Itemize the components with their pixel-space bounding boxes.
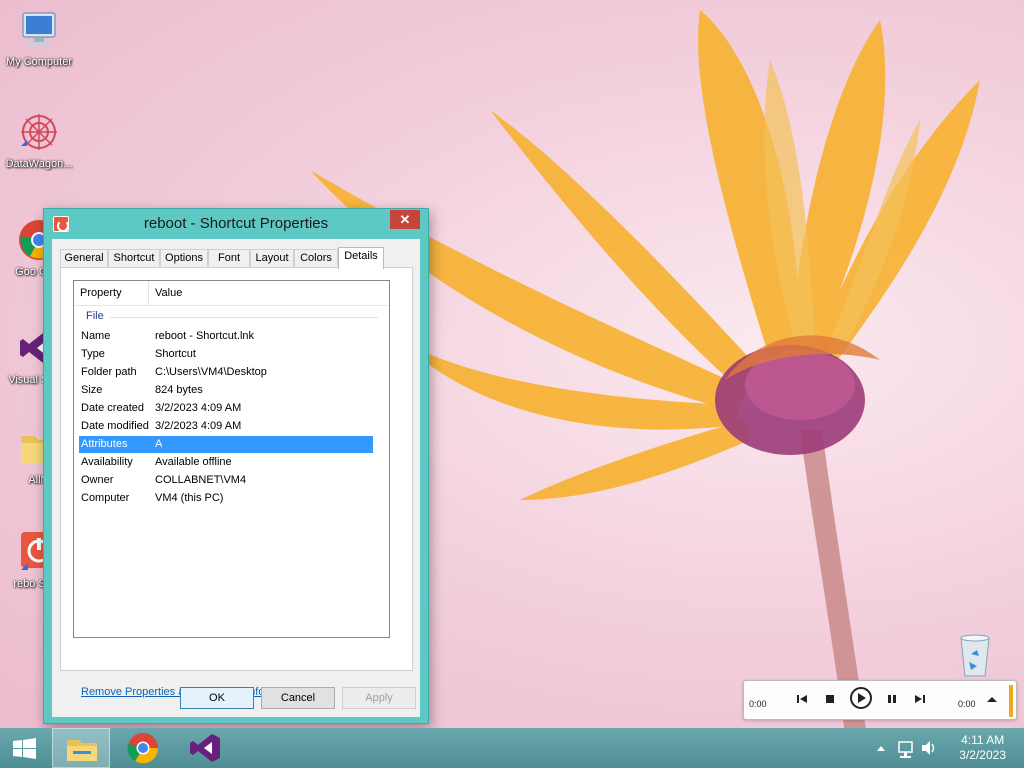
list-item[interactable]: Name reboot - Shortcut.lnk bbox=[79, 328, 373, 345]
tab-shortcut[interactable]: Shortcut bbox=[108, 249, 160, 268]
column-header-value[interactable]: Value bbox=[149, 281, 389, 306]
recycle-bin-icon[interactable] bbox=[955, 632, 995, 678]
taskbar: 4:11 AM 3/2/2023 bbox=[0, 728, 1024, 768]
network-icon bbox=[898, 741, 913, 758]
column-header-property[interactable]: Property bbox=[74, 281, 149, 306]
chevron-up-icon bbox=[987, 697, 997, 702]
play-button[interactable] bbox=[848, 685, 874, 711]
visual-studio-icon bbox=[190, 734, 220, 762]
list-item[interactable]: Type Shortcut bbox=[79, 346, 373, 363]
apply-button[interactable]: Apply bbox=[342, 687, 416, 709]
list-header: Property Value bbox=[74, 281, 389, 306]
property-name: Name bbox=[81, 330, 111, 342]
property-name: Type bbox=[81, 348, 105, 360]
expand-button[interactable] bbox=[982, 689, 1002, 709]
property-name: Computer bbox=[81, 492, 130, 504]
speaker-icon bbox=[922, 741, 935, 755]
desktop-icon-datawagon[interactable]: DataWagon... bbox=[0, 110, 78, 171]
list-item-selected[interactable]: Attributes A bbox=[79, 436, 373, 453]
datawagon-icon bbox=[17, 110, 61, 154]
clock-time: 4:11 AM bbox=[961, 733, 1005, 747]
property-name: Date created bbox=[81, 402, 144, 414]
cancel-button[interactable]: Cancel bbox=[261, 687, 335, 709]
dialog-body: General Shortcut Options Font Layout Col… bbox=[52, 239, 420, 717]
start-icon bbox=[13, 738, 36, 759]
property-value: 3/2/2023 4:09 AM bbox=[155, 420, 242, 432]
chevron-up-icon bbox=[877, 746, 885, 751]
property-name: Owner bbox=[81, 474, 114, 486]
ok-button[interactable]: OK bbox=[180, 687, 254, 709]
tray-overflow-button[interactable] bbox=[872, 728, 890, 768]
shortcut-properties-dialog: reboot - Shortcut Properties ✕ General S… bbox=[43, 208, 429, 724]
player-accent-bar bbox=[1009, 685, 1013, 717]
property-value: C:\Users\VM4\Desktop bbox=[155, 366, 267, 378]
stop-icon bbox=[826, 695, 834, 703]
taskbar-file-explorer[interactable] bbox=[52, 728, 110, 768]
taskbar-chrome[interactable] bbox=[114, 728, 172, 768]
desktop-icon-label: DataWagon... bbox=[5, 158, 73, 170]
dialog-titlebar[interactable]: reboot - Shortcut Properties ✕ bbox=[44, 209, 428, 239]
next-button[interactable] bbox=[910, 689, 930, 709]
property-value: 824 bytes bbox=[155, 384, 203, 396]
desktop-icon-my-computer[interactable]: My Computer bbox=[0, 8, 78, 69]
clock-date: 3/2/2023 bbox=[959, 748, 1006, 762]
network-tray-button[interactable] bbox=[896, 728, 916, 768]
next-icon bbox=[915, 695, 925, 703]
media-player-widget: 0:00 0:00 bbox=[743, 680, 1017, 720]
tab-colors[interactable]: Colors bbox=[294, 249, 338, 268]
tab-font[interactable]: Font bbox=[208, 249, 250, 268]
previous-icon bbox=[797, 695, 807, 703]
elapsed-time: 0:00 bbox=[749, 699, 767, 709]
close-button[interactable]: ✕ bbox=[390, 210, 420, 229]
tray-clock[interactable]: 4:11 AM 3/2/2023 bbox=[959, 733, 1006, 763]
list-item[interactable]: Availability Available offline bbox=[79, 454, 373, 471]
property-value: COLLABNET\VM4 bbox=[155, 474, 247, 486]
list-item[interactable]: Owner COLLABNET\VM4 bbox=[79, 472, 373, 489]
stop-button[interactable] bbox=[820, 689, 840, 709]
start-button[interactable] bbox=[0, 728, 50, 768]
details-panel: Property Value File Name reboot - Shortcu… bbox=[60, 267, 413, 698]
list-item[interactable]: Computer VM4 (this PC) bbox=[79, 490, 373, 507]
pause-icon bbox=[888, 695, 896, 703]
tab-details[interactable]: Details bbox=[338, 247, 384, 269]
property-name: Availability bbox=[81, 456, 133, 468]
taskbar-visual-studio[interactable] bbox=[176, 728, 234, 768]
desktop-icon-label: My Computer bbox=[5, 56, 73, 68]
tab-general[interactable]: General bbox=[60, 249, 108, 268]
previous-button[interactable] bbox=[792, 689, 812, 709]
group-divider bbox=[110, 317, 378, 318]
tab-options[interactable]: Options bbox=[160, 249, 208, 268]
list-item[interactable]: Folder path C:\Users\VM4\Desktop bbox=[79, 364, 373, 381]
list-item[interactable]: Size 824 bytes bbox=[79, 382, 373, 399]
property-name: Date modified bbox=[81, 420, 149, 432]
play-icon bbox=[850, 687, 872, 709]
property-value: A bbox=[155, 438, 163, 450]
property-name: Size bbox=[81, 384, 103, 396]
property-name: Folder path bbox=[81, 366, 137, 378]
list-item[interactable]: Date created 3/2/2023 4:09 AM bbox=[79, 400, 373, 417]
property-value: VM4 (this PC) bbox=[155, 492, 224, 504]
property-value: 3/2/2023 4:09 AM bbox=[155, 402, 242, 414]
file-explorer-icon bbox=[67, 740, 97, 761]
computer-icon bbox=[17, 8, 61, 52]
property-value: reboot - Shortcut.lnk bbox=[155, 330, 255, 342]
property-value: Shortcut bbox=[155, 348, 196, 360]
total-time: 0:00 bbox=[958, 699, 976, 709]
dialog-title: reboot - Shortcut Properties bbox=[143, 215, 329, 232]
tab-layout[interactable]: Layout bbox=[250, 249, 294, 268]
chrome-icon bbox=[127, 733, 159, 764]
details-list[interactable]: Property Value File Name reboot - Shortcu… bbox=[73, 280, 390, 638]
list-item[interactable]: Date modified 3/2/2023 4:09 AM bbox=[79, 418, 373, 435]
property-name: Attributes bbox=[81, 438, 128, 450]
pause-button[interactable] bbox=[882, 689, 902, 709]
volume-tray-button[interactable] bbox=[918, 728, 940, 768]
property-value: Available offline bbox=[155, 456, 232, 468]
group-label-file: File bbox=[86, 310, 104, 322]
